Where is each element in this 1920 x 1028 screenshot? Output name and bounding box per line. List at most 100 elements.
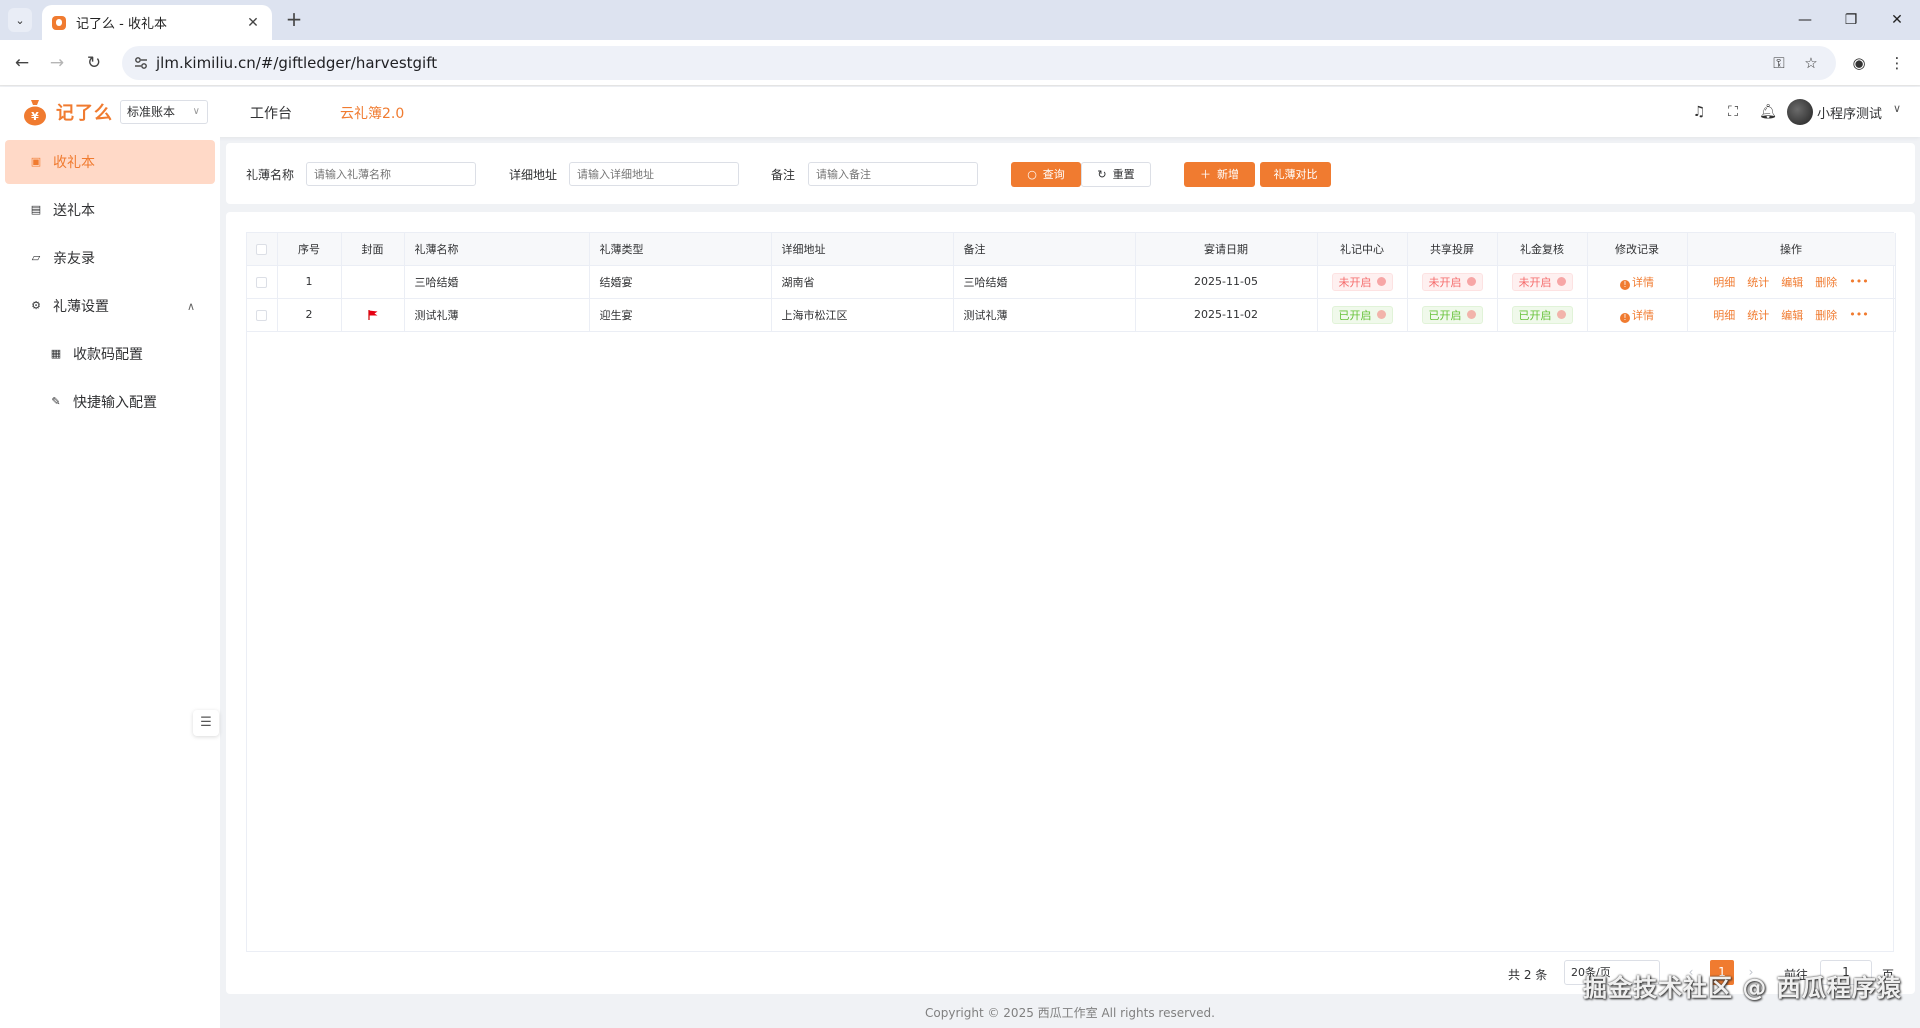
sidebar-item-contacts[interactable]: ▱ 亲友录 bbox=[5, 236, 215, 280]
search-button[interactable]: ○ 查询 bbox=[1011, 162, 1081, 187]
history-detail-link[interactable]: ! 详情 bbox=[1620, 275, 1654, 290]
more-icon[interactable]: ••• bbox=[1849, 308, 1868, 321]
address-bar[interactable]: jlm.kimiliu.cn/#/giftledger/harvestgift … bbox=[122, 46, 1836, 80]
compare-button-label: 礼薄对比 bbox=[1273, 168, 1318, 181]
status-badge[interactable]: 未开启 bbox=[1421, 272, 1483, 291]
select-all-cell[interactable] bbox=[247, 233, 278, 266]
column-header: 礼薄名称 bbox=[404, 233, 590, 266]
delete-link[interactable]: 删除 bbox=[1815, 274, 1837, 290]
cell-history: ! 详情 bbox=[1587, 298, 1688, 332]
stats-link[interactable]: 统计 bbox=[1747, 274, 1769, 290]
sidebar-item-label: 亲友录 bbox=[53, 251, 95, 267]
cell-remark: 测试礼薄 bbox=[953, 298, 1136, 332]
cell-actions: 明细 统计 编辑 删除 ••• bbox=[1687, 265, 1896, 299]
delete-link[interactable]: 删除 bbox=[1815, 307, 1837, 323]
sidebar-item-qrcode-config[interactable]: ▦ 收款码配置 bbox=[5, 332, 215, 376]
close-icon[interactable]: ✕ bbox=[244, 15, 262, 31]
add-button[interactable]: ＋ 新增 bbox=[1184, 162, 1255, 187]
username[interactable]: 小程序测试 bbox=[1817, 103, 1882, 122]
nav-cloud-ledger[interactable]: 云礼簿2.0 bbox=[340, 103, 404, 123]
status-badge[interactable]: 未开启 bbox=[1331, 272, 1393, 291]
column-header: 备注 bbox=[953, 233, 1136, 266]
logo[interactable]: ¥ 记了么 bbox=[22, 98, 113, 126]
cell-type: 迎生宴 bbox=[589, 298, 772, 332]
edit-link[interactable]: 编辑 bbox=[1781, 274, 1803, 290]
row-select-cell[interactable] bbox=[247, 265, 278, 299]
cell-share: 未开启 bbox=[1407, 265, 1498, 299]
minimize-icon[interactable]: — bbox=[1782, 6, 1828, 34]
sidebar: ▣ 收礼本 ▤ 送礼本 ▱ 亲友录 ⚙ 礼薄设置 ∧ ▦ 收款码配置 ✎ 快捷输… bbox=[0, 137, 220, 1028]
cell-cover bbox=[341, 298, 405, 332]
detail-link[interactable]: 明细 bbox=[1713, 307, 1735, 323]
ledger-table: 序号 封面 礼薄名称 礼薄类型 详细地址 备注 宴请日期 礼记中心 共享投屏 礼… bbox=[246, 232, 1896, 952]
browser-tab[interactable]: 记了么 - 收礼本 ✕ bbox=[42, 5, 272, 40]
history-detail-label: 详情 bbox=[1632, 308, 1654, 322]
status-dot bbox=[1556, 277, 1566, 286]
more-icon[interactable]: ••• bbox=[1849, 275, 1868, 288]
remark-input[interactable] bbox=[808, 162, 978, 186]
status-text: 已开启 bbox=[1338, 308, 1372, 322]
sidebar-item-send-gift[interactable]: ▤ 送礼本 bbox=[5, 188, 215, 232]
ledger-type-select[interactable]: 标准账本 ∨ bbox=[120, 100, 208, 124]
detail-link[interactable]: 明细 bbox=[1713, 274, 1735, 290]
history-detail-label: 详情 bbox=[1632, 275, 1654, 289]
status-dot bbox=[1376, 277, 1386, 286]
status-badge[interactable]: 已开启 bbox=[1421, 305, 1483, 324]
status-badge[interactable]: 已开启 bbox=[1511, 305, 1573, 324]
status-badge[interactable]: 未开启 bbox=[1511, 272, 1573, 291]
tab-search-button[interactable]: ⌄ bbox=[8, 8, 32, 32]
edit-icon: ✎ bbox=[51, 395, 61, 408]
status-text: 未开启 bbox=[1338, 275, 1372, 289]
sidebar-item-quick-input-config[interactable]: ✎ 快捷输入配置 bbox=[5, 380, 215, 424]
favicon-icon bbox=[52, 15, 66, 30]
ledger-type-value: 标准账本 bbox=[127, 105, 176, 119]
cell-cover bbox=[341, 265, 405, 299]
stats-link[interactable]: 统计 bbox=[1747, 307, 1769, 323]
bell-icon[interactable]: 🔔︎ bbox=[1758, 102, 1778, 122]
new-tab-button[interactable]: + bbox=[282, 8, 306, 32]
sidebar-item-harvest-gift[interactable]: ▣ 收礼本 bbox=[5, 140, 215, 184]
more-menu-icon[interactable]: ⋮ bbox=[1886, 52, 1908, 74]
search-button-label: 查询 bbox=[1042, 168, 1065, 181]
fullscreen-icon[interactable]: ⛶ bbox=[1723, 102, 1743, 122]
search-icon: ○ bbox=[1027, 168, 1037, 181]
row-select-cell[interactable] bbox=[247, 298, 278, 332]
site-info-icon[interactable] bbox=[132, 54, 150, 72]
cell-center: 未开启 bbox=[1317, 265, 1408, 299]
bookmark-star-icon[interactable]: ☆ bbox=[1802, 54, 1820, 72]
window-close-icon[interactable]: ✕ bbox=[1874, 6, 1920, 34]
app-header: ¥ 记了么 标准账本 ∨ 工作台 云礼簿2.0 ♫ ⛶ 🔔︎ 小程序测试 ∨ bbox=[0, 87, 1920, 137]
column-header: 封面 bbox=[341, 233, 405, 266]
restore-icon[interactable]: ❐ bbox=[1828, 6, 1874, 34]
chevron-down-icon[interactable]: ∨ bbox=[1893, 102, 1901, 115]
sidebar-item-ledger-settings[interactable]: ⚙ 礼薄设置 ∧ bbox=[5, 284, 215, 328]
table-header-row: 序号 封面 礼薄名称 礼薄类型 详细地址 备注 宴请日期 礼记中心 共享投屏 礼… bbox=[247, 233, 1896, 266]
column-header: 共享投屏 bbox=[1407, 233, 1498, 266]
compare-button[interactable]: 礼薄对比 bbox=[1260, 162, 1331, 187]
select-all-checkbox[interactable] bbox=[256, 243, 268, 255]
history-detail-link[interactable]: ! 详情 bbox=[1620, 308, 1654, 323]
reset-button-label: 重置 bbox=[1112, 168, 1135, 181]
password-key-icon[interactable]: ⚿ bbox=[1770, 54, 1788, 72]
sidebar-collapse-button[interactable]: ☰ bbox=[193, 710, 219, 736]
ledger-name-input[interactable] bbox=[306, 162, 476, 186]
avatar[interactable] bbox=[1787, 99, 1813, 125]
sidebar-item-label: 送礼本 bbox=[53, 203, 95, 219]
cell-remark: 三哈结婚 bbox=[953, 265, 1136, 299]
nav-workbench[interactable]: 工作台 bbox=[250, 103, 292, 123]
table-row: 1 三哈结婚 结婚宴 湖南省 三哈结婚 2025-11-05 未开启 未开启 未… bbox=[247, 265, 1896, 299]
reset-button[interactable]: ↻ 重置 bbox=[1081, 162, 1151, 187]
reload-icon[interactable]: ↻ bbox=[82, 51, 106, 75]
address-input[interactable] bbox=[569, 162, 739, 186]
row-checkbox[interactable] bbox=[256, 276, 268, 288]
status-text: 已开启 bbox=[1428, 308, 1462, 322]
status-badge[interactable]: 已开启 bbox=[1331, 305, 1393, 324]
back-icon[interactable]: ← bbox=[10, 51, 34, 75]
edit-link[interactable]: 编辑 bbox=[1781, 307, 1803, 323]
forward-icon[interactable]: → bbox=[45, 51, 69, 75]
profile-icon[interactable]: ◉ bbox=[1848, 52, 1870, 74]
headset-icon[interactable]: ♫ bbox=[1689, 102, 1709, 122]
watermark: 掘金技术社区 @ 西瓜程序猿 bbox=[1583, 974, 1902, 1002]
status-dot bbox=[1466, 277, 1476, 286]
row-checkbox[interactable] bbox=[256, 309, 268, 321]
